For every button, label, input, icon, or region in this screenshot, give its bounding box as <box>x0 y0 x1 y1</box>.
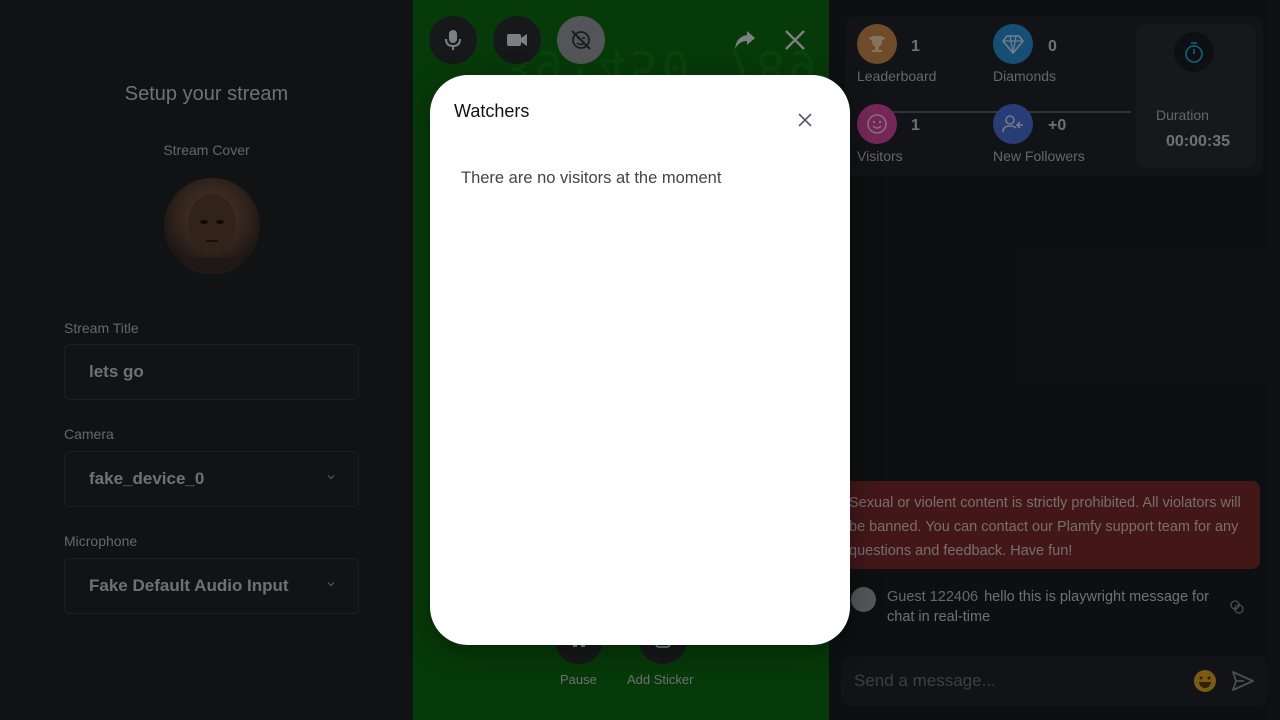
modal-empty-state: There are no visitors at the moment <box>461 169 722 187</box>
modal-title: Watchers <box>454 101 530 121</box>
modal-close-button[interactable] <box>795 110 815 130</box>
watchers-modal: Watchers There are no visitors at the mo… <box>430 75 850 645</box>
close-icon <box>798 113 812 127</box>
